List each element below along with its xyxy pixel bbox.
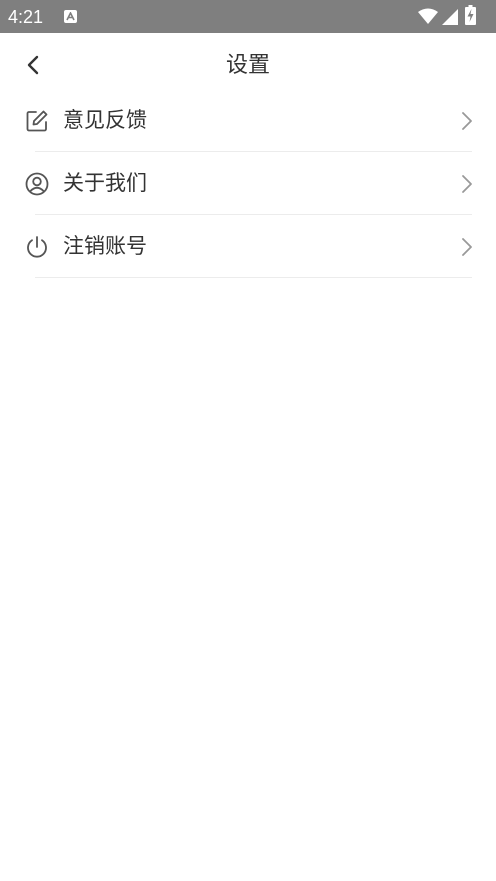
battery-charging-icon <box>465 5 476 25</box>
chevron-right-icon <box>462 175 472 193</box>
divider <box>35 277 472 278</box>
wifi-icon <box>418 8 438 24</box>
menu-item-label: 意见反馈 <box>63 108 147 132</box>
status-time: 4:21 <box>8 7 44 27</box>
menu-item-label: 关于我们 <box>63 171 147 195</box>
cell-signal-icon <box>442 9 458 25</box>
status-bar: 4:21 <box>0 0 496 33</box>
menu-item-delete-account[interactable]: 注销账号 <box>0 215 496 278</box>
settings-menu: 意见反馈 关于我们 注销账号 <box>0 89 496 278</box>
page-title: 设置 <box>225 53 270 78</box>
status-icons <box>418 5 488 27</box>
menu-item-about-us[interactable]: 关于我们 <box>0 152 496 215</box>
user-circle-icon <box>25 172 49 196</box>
chevron-right-icon <box>462 112 472 130</box>
a-letter-icon <box>64 10 77 23</box>
edit-icon <box>26 110 48 132</box>
chevron-right-icon <box>462 238 472 256</box>
menu-item-label: 注销账号 <box>63 234 147 258</box>
menu-item-feedback[interactable]: 意见反馈 <box>0 89 496 152</box>
header: 设置 <box>0 33 496 97</box>
power-icon <box>27 236 47 258</box>
